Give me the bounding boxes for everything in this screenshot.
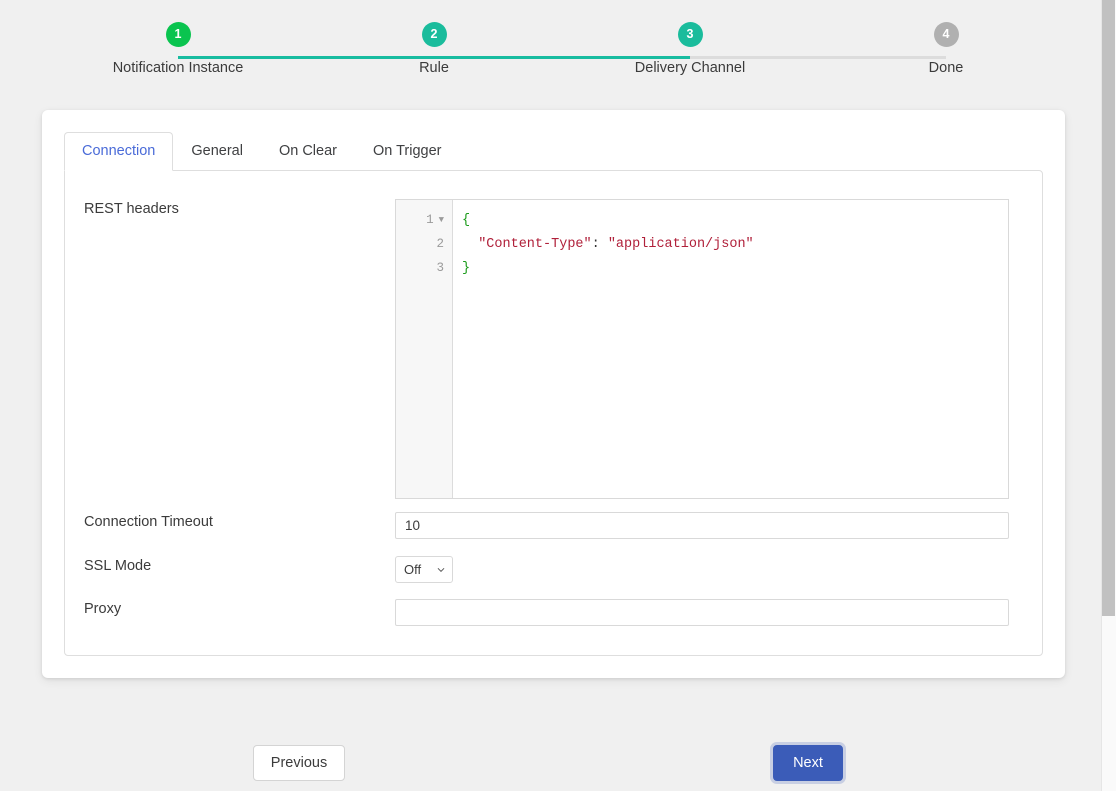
step-1-circle: 1 (166, 22, 191, 47)
code-line: { (462, 208, 1008, 232)
stepper-step-3[interactable]: 3 Delivery Channel (562, 22, 818, 76)
ssl-mode-value: Off (404, 562, 421, 577)
wizard-page: 1 Notification Instance 2 Rule 3 Deliver… (0, 0, 1116, 791)
tab-connection[interactable]: Connection (64, 132, 173, 171)
delivery-channel-card: Connection General On Clear On Trigger R… (42, 110, 1065, 678)
step-2-circle: 2 (422, 22, 447, 47)
stepper-step-1[interactable]: 1 Notification Instance (50, 22, 306, 76)
connection-timeout-input[interactable] (395, 512, 1009, 539)
step-1-number: 1 (175, 28, 182, 41)
field-row-connection-timeout: Connection Timeout (65, 512, 1009, 539)
page-scrollbar-thumb[interactable] (1102, 0, 1115, 616)
step-3-number: 3 (687, 28, 694, 41)
proxy-input[interactable] (395, 599, 1009, 626)
proxy-label: Proxy (65, 599, 395, 619)
rest-headers-editor[interactable]: 1 ▼ 2 3 { (395, 199, 1009, 499)
code-token: { (462, 213, 470, 228)
line-number-2: 2 (436, 237, 444, 251)
step-4-label: Done (929, 60, 964, 76)
field-row-rest-headers: REST headers 1 ▼ 2 3 (65, 199, 1009, 499)
chevron-down-icon (437, 566, 445, 574)
tab-on-clear[interactable]: On Clear (261, 132, 355, 170)
ssl-mode-label: SSL Mode (65, 556, 395, 576)
step-2-label: Rule (419, 60, 449, 76)
editor-line-number: 3 (396, 256, 452, 280)
editor-line-number: 2 (396, 232, 452, 256)
step-3-label: Delivery Channel (635, 60, 745, 76)
editor-line-number[interactable]: 1 ▼ (396, 208, 452, 232)
code-token: : (592, 237, 600, 252)
line-number-3: 3 (436, 261, 444, 275)
wizard-stepper: 1 Notification Instance 2 Rule 3 Deliver… (8, 0, 1108, 86)
line-number-1: 1 (426, 213, 434, 227)
next-button[interactable]: Next (773, 745, 843, 781)
tab-general[interactable]: General (173, 132, 261, 170)
field-row-proxy: Proxy (65, 599, 1009, 626)
code-line: } (462, 256, 1008, 280)
rest-headers-label: REST headers (65, 199, 395, 219)
ssl-mode-select[interactable]: Off (395, 556, 453, 583)
connection-timeout-label: Connection Timeout (65, 512, 395, 532)
step-2-number: 2 (431, 28, 438, 41)
stepper-step-4[interactable]: 4 Done (818, 22, 1074, 76)
code-token: "Content-Type" (462, 237, 592, 252)
editor-gutter: 1 ▼ 2 3 (396, 200, 453, 498)
tab-on-trigger[interactable]: On Trigger (355, 132, 460, 170)
field-row-ssl-mode: SSL Mode Off (65, 556, 453, 583)
code-fold-icon[interactable]: ▼ (439, 216, 444, 225)
stepper-step-2[interactable]: 2 Rule (306, 22, 562, 76)
previous-button[interactable]: Previous (253, 745, 345, 781)
step-1-label: Notification Instance (113, 60, 244, 76)
step-4-number: 4 (943, 28, 950, 41)
tab-bar: Connection General On Clear On Trigger (42, 110, 1065, 170)
code-token: } (462, 261, 470, 276)
tab-panel-connection: REST headers 1 ▼ 2 3 (64, 170, 1043, 656)
editor-code-area[interactable]: { "Content-Type": "application/json" } (453, 200, 1008, 498)
code-line: "Content-Type": "application/json" (462, 232, 1008, 256)
page-scrollbar-track[interactable] (1101, 0, 1116, 791)
step-3-circle: 3 (678, 22, 703, 47)
stepper-steps: 1 Notification Instance 2 Rule 3 Deliver… (50, 22, 1074, 76)
step-4-circle: 4 (934, 22, 959, 47)
code-token: "application/json" (600, 237, 754, 252)
